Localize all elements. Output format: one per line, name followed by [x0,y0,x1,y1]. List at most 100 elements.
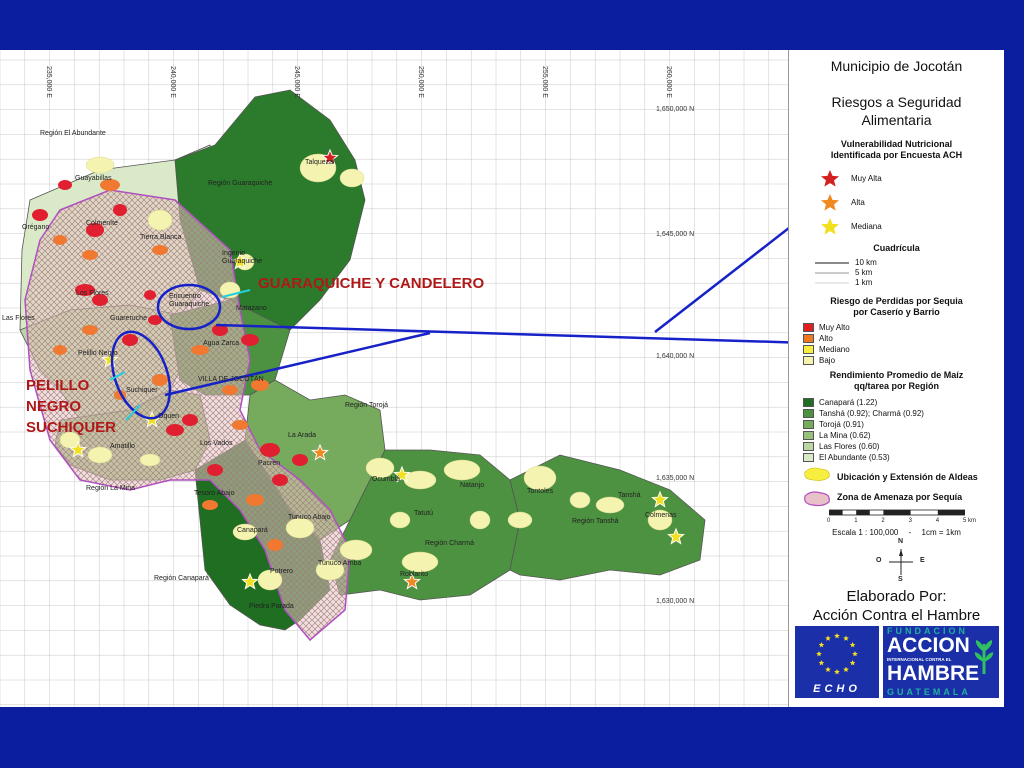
label-talquezal: Talquezal [305,159,335,166]
legend-grid-heading: Cuadrícula [873,243,920,253]
eu-star-icon [825,635,831,641]
legend-risk-heading-1: Riesgo de Perdidas por Sequia [830,296,963,306]
scale-dash: - [908,528,912,537]
northing-label: 1,650,000 N [656,106,695,113]
easting-label: 250,000 E [417,66,424,98]
label-agua-zarca: Agua Zarca [203,340,240,347]
compass-n: N [898,538,904,545]
village-blob-high-risk [58,180,72,190]
label-amatillo: Amatillo [110,443,135,450]
legend-vuln-3: Mediana [851,222,882,231]
legend-vuln-2: Alta [851,198,865,207]
callout-pelillo-1: PELILLO [26,377,90,394]
label-tontoles: Tontoles [527,488,554,495]
callout-arrow-3 [654,227,788,333]
swatch-bajo [803,356,814,365]
legend-panel: Municipio de Jocotán Riesgos a Seguridad… [788,50,1004,707]
label-los-vados: Los Vados [200,440,233,447]
eu-star-icon [843,635,849,641]
label-encuentro: Encuentro Guaraquiche [169,293,210,308]
eu-star-icon [852,651,858,657]
legend-grid-2: 5 km [855,268,873,277]
legend-risk-row-4: Bajo [803,356,835,365]
scale-tick-label: 3 [908,518,912,524]
label-tunuco-abajo: Tunuco Abajo [288,514,331,521]
compass-e: E [920,557,925,564]
eu-star-icon [818,660,825,666]
eu-star-icon [818,642,825,648]
legend-yield-4: La Mina (0.62) [819,431,871,440]
village-blob [569,491,591,509]
village-blob [365,457,395,479]
eu-star-icon [843,666,849,672]
label-piedra-parada: Piedra Parada [249,603,294,610]
label-villa-jocotan: VILLA DE JOCOTÁN [198,376,264,383]
village-blob-high-risk [113,204,127,216]
label-potrero: Potrero [270,568,293,575]
fund-bottom: GUATEMALA [887,687,971,697]
label-colmenite: Colmeníte [86,220,118,227]
label-region-charma: Región Charmá [425,540,475,547]
label-region-la-mina: Región La Mina [86,485,136,492]
aldea-shape-icon [804,467,830,481]
scale-tick-label: 4 [935,518,940,524]
legend-yield-row-1: Canapará (1.22) [803,398,877,407]
elaborado-por: Elaborado Por: [846,588,947,605]
legend-risk-row-2: Alto [803,334,833,343]
label-region-tansha: Región Tanshá [572,518,619,525]
legend-amenaza: Zona de Amenaza por Sequía [837,492,963,502]
swatch-muy-alto [803,323,814,332]
legend-yield-row-5: Las Flores (0.60) [803,442,879,451]
legend-risk-row-3: Mediano [803,345,850,354]
village-blob-med-risk [202,500,218,510]
village-blob-high-risk [207,464,223,476]
fund-main-1: ACCION [887,634,970,657]
legend-star-icons [819,168,841,237]
village-blob-med-risk [82,250,98,260]
swatch-las-flores [803,442,814,451]
scale-tick-label: 0 [827,518,831,524]
scale-tick-label: 1 [854,518,858,524]
village-blob [401,551,439,573]
label-region-abundante: Región El Abundante [40,130,106,137]
compass-o: O [876,557,882,564]
echo-logo: ECHO [795,626,879,698]
village-blob-high-risk [292,454,308,466]
label-pelillo-negro: Pelillo Negro [78,350,118,357]
eu-star-icon [849,642,856,648]
legend-yield-3: Torojá (0.91) [819,420,864,429]
slide: 235,000 E 240,000 E 245,000 E 250,000 E 255,… [0,0,1024,768]
swatch-alto [803,334,814,343]
eu-star-icon [834,669,840,675]
legend-yield-2: Tanshá (0.92); Charmá (0.92) [819,409,924,418]
elaborado-org: Acción Contra el Hambre [812,607,981,624]
label-tansha: Tanshá [618,492,641,499]
amenaza-shape-icon [804,491,830,507]
village-blob [139,453,161,467]
scale-ratio: Escala 1 : 100,000 [832,528,899,537]
village-blob [443,459,481,481]
legend-risk-3: Mediano [819,345,850,354]
legend-title: Municipio de Jocotán [830,58,963,74]
swatch-tansha [803,409,814,418]
callout-pelillo-3: SUCHIQUER [26,419,117,436]
label-ocumbla: Ocumblá [372,476,401,483]
village-blob [339,168,365,188]
village-blob [85,156,115,174]
easting-label: 235,000 E [45,66,52,98]
easting-label: 255,000 E [541,66,548,98]
scale-equivalence: 1cm = 1km [921,528,961,537]
easting-label: 245,000 E [293,66,300,98]
legend-yield-row-6: El Abundante (0.53) [803,453,890,462]
map-frame: 235,000 E 240,000 E 245,000 E 250,000 E 255,… [0,50,1004,707]
legend-risk-heading-2: por Caserío y Barrio [853,307,940,317]
village-blob [469,510,491,530]
scale-tick-label: 5 km [963,518,977,524]
label-las-flores: Las Flores [2,315,35,322]
plant-logo-icon [974,640,994,674]
callout-pelillo-2: NEGRO [26,398,82,415]
village-blob [87,446,113,464]
legend-yield-row-2: Tanshá (0.92); Charmá (0.92) [803,409,924,418]
label-roblarito: Roblarito [400,571,429,578]
label-natanjo: Natanjo [460,482,485,489]
